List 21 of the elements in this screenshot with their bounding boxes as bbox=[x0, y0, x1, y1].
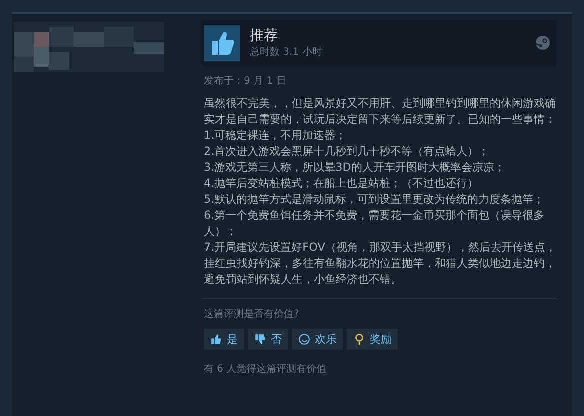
review-text: 4.抛竿后变站桩模式；在船上也是站桩；（不过也还行） bbox=[204, 176, 480, 192]
review-verdict: 推荐 bbox=[250, 27, 279, 45]
review-text: 6.第一个免费鱼饵任务并不免费，需要花一金币买那个面包（误导很多人）； bbox=[204, 208, 546, 240]
no-vote-button[interactable]: 否 bbox=[248, 329, 288, 350]
funny-vote-button[interactable]: 欢乐 bbox=[292, 329, 343, 350]
award-vote-button[interactable]: 奖励 bbox=[347, 329, 398, 350]
review-text: 虽然很不完美，，但是风景好又不用肝、走到哪里钓到哪里的休闲游戏确实才是自己需要的，试玩后决定留下来等后续更新了。已知的一些事情： bbox=[204, 96, 557, 128]
review-text: 2.首次进入游戏会黑屏十几秒到几十秒不等（有点蛤人）； bbox=[204, 144, 491, 160]
thumbs-down-icon bbox=[254, 333, 267, 346]
review-text: 1.可稳定裸连，不用加速器； bbox=[204, 128, 348, 144]
award-icon bbox=[353, 333, 366, 346]
review-text: 5.默认的抛竿方式是滑动鼠标，可到设置里更改为传统的力度条抛竿； bbox=[204, 192, 546, 208]
smiley-icon bbox=[298, 333, 311, 346]
playtime-text: 总时数 3.1 小时 bbox=[250, 46, 324, 59]
posted-date: 发布于：9 月 1 日 bbox=[204, 75, 288, 88]
helpful-question: 这篇评测是否有价值? bbox=[204, 308, 300, 321]
review-text: 3.游戏无第三人称，所以晕3D的人开车开图时大概率会凉凉； bbox=[204, 160, 506, 176]
yes-vote-button[interactable]: 是 bbox=[204, 329, 244, 350]
thumbs-up-icon bbox=[210, 333, 223, 346]
review-text: 7.开局建议先设置好FOV（视角，那双手太挡视野），然后去开传送点，挂红虫找好钓深，多往有鱼翻水花的位置抛竿，和猎人类似地边走边钓，避免罚站到怀疑人生，小鱼经济也不错。 bbox=[204, 240, 557, 288]
helpful-count-text: 有 6 人觉得这篇评测有价值 bbox=[204, 362, 328, 376]
